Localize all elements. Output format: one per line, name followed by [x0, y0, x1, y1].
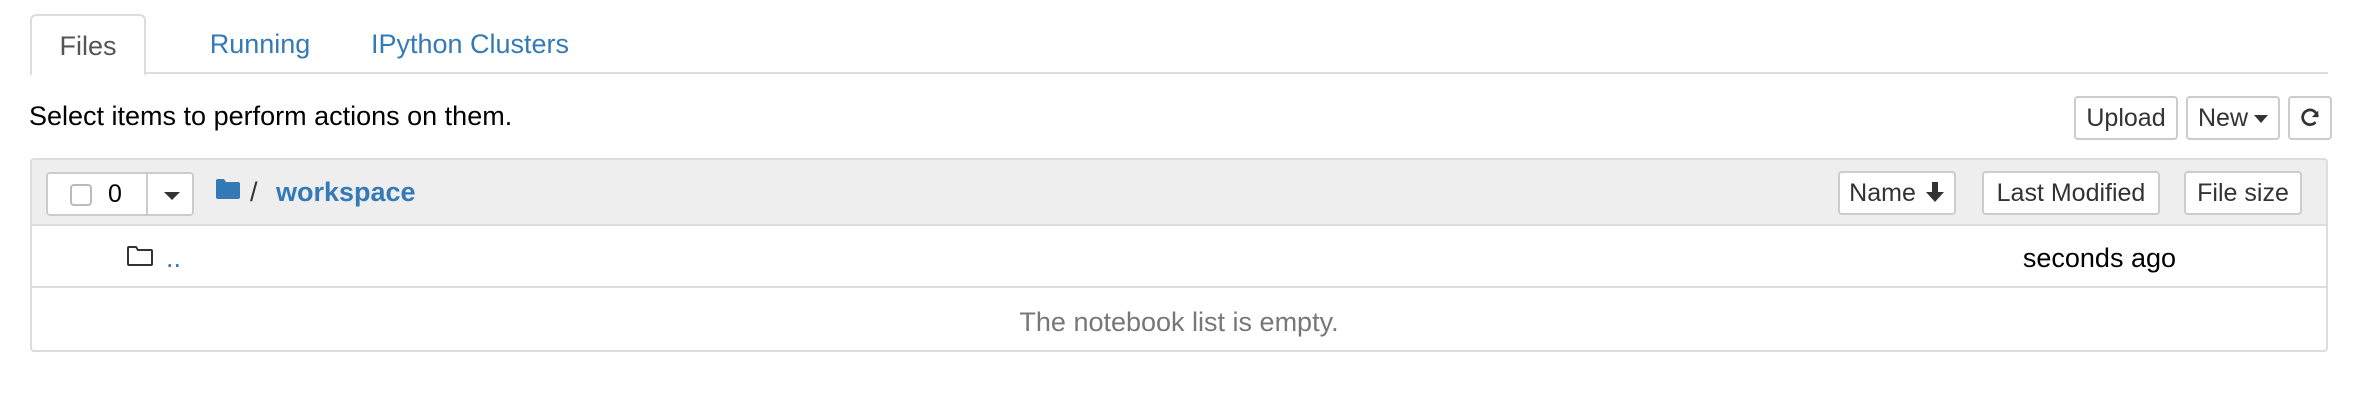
notebook-list-panel: 0 / workspace Name Last Modified File si…	[30, 158, 2328, 352]
empty-list-row: The notebook list is empty.	[32, 290, 2326, 352]
tab-bar: Files Running IPython Clusters	[30, 14, 2328, 76]
select-all-checkbox[interactable]	[70, 184, 92, 206]
refresh-button[interactable]	[2288, 96, 2332, 140]
new-button-label: New	[2197, 104, 2248, 132]
sort-by-last-modified-button[interactable]: Last Modified	[1982, 171, 2160, 215]
empty-list-message: The notebook list is empty.	[1019, 307, 1339, 337]
tab-ipython-clusters[interactable]: IPython Clusters	[348, 14, 592, 74]
refresh-icon	[2301, 108, 2319, 126]
folder-icon	[127, 246, 153, 266]
select-all-group: 0	[46, 172, 194, 216]
tab-files[interactable]: Files	[30, 14, 146, 76]
select-menu-caret-icon[interactable]	[164, 192, 180, 200]
file-browser-page: Files Running IPython Clusters Select it…	[0, 0, 2358, 402]
arrow-down-icon	[1925, 182, 1944, 203]
sort-name-label: Name	[1849, 179, 1916, 207]
new-dropdown-button[interactable]: New	[2186, 96, 2280, 140]
selection-hint: Select items to perform actions on them.	[29, 101, 513, 131]
breadcrumb-separator: /	[250, 177, 258, 207]
list-header: 0 / workspace Name Last Modified File si…	[32, 160, 2326, 226]
breadcrumb-workspace-link[interactable]: workspace	[276, 174, 416, 210]
select-divider	[146, 174, 148, 214]
caret-down-icon	[2254, 115, 2268, 124]
folder-open-icon[interactable]	[215, 178, 241, 200]
sort-by-name-button[interactable]: Name	[1838, 171, 1956, 215]
upload-button[interactable]: Upload	[2074, 96, 2178, 140]
last-modified-value: seconds ago	[2022, 243, 2176, 273]
sort-by-file-size-button[interactable]: File size	[2184, 171, 2302, 215]
tab-running[interactable]: Running	[180, 14, 340, 74]
list-item[interactable]: .. seconds ago	[32, 226, 2326, 288]
selected-count: 0	[108, 180, 122, 208]
parent-directory-link[interactable]: ..	[166, 240, 181, 276]
